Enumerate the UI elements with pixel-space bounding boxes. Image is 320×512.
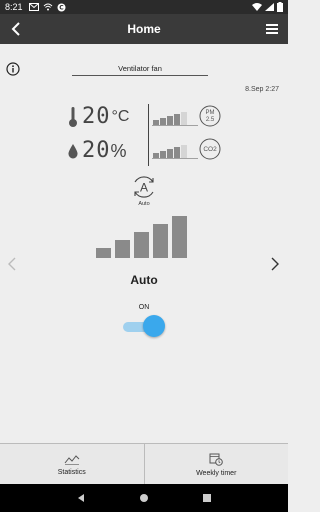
co2-level-bars: [152, 145, 198, 159]
page-title: Home: [127, 22, 161, 36]
thermometer-icon: [69, 107, 77, 127]
chevron-left-icon[interactable]: [6, 256, 18, 272]
co2-badge-label: CO2: [203, 146, 217, 153]
nav-back-icon[interactable]: [76, 493, 86, 503]
pm-badge-line1: PM: [206, 110, 215, 116]
device-name[interactable]: Ventilator fan: [72, 64, 208, 76]
pm-level-bar: [153, 120, 159, 125]
toggle-knob: [143, 315, 165, 337]
wifi-settings-icon: [43, 3, 52, 11]
sync-icon: C: [57, 3, 66, 11]
nav-recents-icon[interactable]: [202, 493, 212, 503]
pm-level-bar: [167, 116, 173, 125]
nav-home-icon[interactable]: [139, 493, 149, 503]
tab-weekly-timer[interactable]: Weekly timer: [144, 444, 288, 484]
svg-text:C: C: [59, 4, 64, 11]
status-bar: 8:21 C: [0, 0, 288, 14]
co2-level-bar: [153, 153, 159, 158]
pm-level-bar: [160, 118, 166, 125]
tab-weekly-timer-label: Weekly timer: [196, 469, 237, 477]
info-icon[interactable]: [6, 62, 20, 76]
mode-icon-letter: A: [140, 181, 148, 195]
update-timestamp: 8.Sep 2:27: [245, 86, 279, 93]
email-icon: [28, 3, 39, 11]
tab-statistics[interactable]: Statistics: [0, 444, 145, 484]
sensor-divider: [148, 104, 149, 166]
power-toggle[interactable]: [121, 315, 167, 337]
co2-level-bar: [160, 151, 166, 158]
bottom-tab-bar: Statistics Weekly timer: [0, 443, 288, 484]
pm-level-bar: [174, 114, 180, 125]
auto-mode-icon[interactable]: A: [131, 174, 157, 200]
mode-label: Auto: [138, 201, 150, 207]
temperature-reading: 20 °C: [68, 106, 129, 128]
battery-icon: [277, 2, 283, 12]
chart-line-icon: [64, 454, 80, 465]
calendar-clock-icon: [209, 453, 224, 466]
fan-speed-label: Auto: [130, 273, 158, 287]
fan-speed-bars[interactable]: [96, 214, 192, 258]
humidity-value: 20: [82, 138, 111, 163]
app-bar: Home: [0, 14, 288, 44]
tab-statistics-label: Statistics: [57, 468, 86, 476]
pm-level-bars: [152, 112, 198, 126]
cell-signal-icon: [265, 3, 274, 11]
menu-icon[interactable]: [264, 21, 280, 37]
status-time: 8:21: [5, 2, 23, 12]
co2-level-bar: [181, 145, 187, 158]
pm-badge-line2: 2.5: [206, 117, 215, 123]
power-label: ON: [138, 304, 150, 311]
co2-level-bar: [167, 149, 173, 158]
system-nav-bar: [0, 484, 288, 512]
fan-speed-bar: [153, 224, 168, 258]
back-arrow-icon[interactable]: [8, 20, 26, 38]
fan-speed-bar: [172, 216, 187, 258]
pm25-badge-icon: PM 2.5: [199, 105, 221, 127]
temperature-value: 20: [82, 104, 111, 129]
water-drop-icon: [68, 144, 78, 159]
fan-speed-bar: [96, 248, 111, 258]
temperature-unit: °C: [111, 108, 130, 125]
humidity-unit: %: [110, 140, 127, 161]
pm-level-bar: [181, 112, 187, 125]
chevron-right-icon[interactable]: [269, 256, 281, 272]
co2-badge-icon: CO2: [199, 138, 221, 160]
co2-level-bar: [174, 147, 180, 158]
fan-speed-bar: [134, 232, 149, 258]
fan-speed-bar: [115, 240, 130, 258]
humidity-reading: 20 %: [68, 140, 127, 162]
wifi-signal-icon: [252, 3, 262, 11]
